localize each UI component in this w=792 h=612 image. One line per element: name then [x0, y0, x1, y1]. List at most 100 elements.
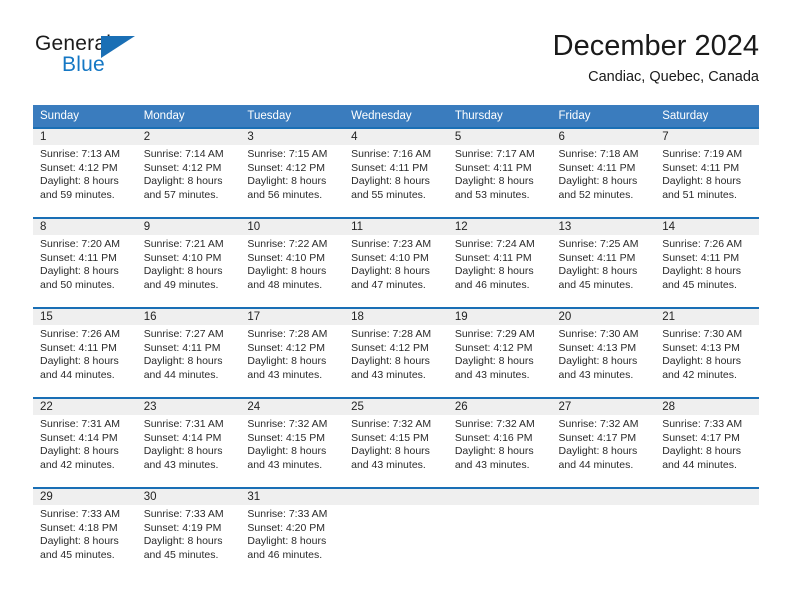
day-number-band: 23 [136, 397, 241, 415]
calendar-day-cell[interactable]: 25 Sunrise: 7:32 AM Sunset: 4:15 PM Dayligh… [344, 397, 448, 487]
day-number-band [447, 487, 552, 505]
calendar-day-cell[interactable]: 12 Sunrise: 7:24 AM Sunset: 4:11 PM Dayligh… [447, 217, 552, 307]
daylight-duration-line2: and 57 minutes. [143, 188, 219, 201]
calendar-day-cell[interactable]: 20 Sunrise: 7:30 AM Sunset: 4:13 PM Dayligh… [551, 307, 656, 397]
day-cell-content: 29 Sunrise: 7:33 AM Sunset: 4:18 PM Dayligh… [33, 487, 137, 577]
sunrise-time: Sunrise: 7:26 AM [662, 238, 743, 250]
sunrise-time: Sunrise: 7:24 AM [454, 238, 535, 250]
calendar-day-cell[interactable]: 7 Sunrise: 7:19 AM Sunset: 4:11 PM Daylight… [655, 127, 759, 217]
day-number: 23 [143, 401, 157, 413]
day-info: Sunrise: 7:20 AM Sunset: 4:11 PM Daylight:… [33, 235, 137, 292]
calendar-day-cell[interactable]: 24 Sunrise: 7:32 AM Sunset: 4:15 PM Dayligh… [240, 397, 345, 487]
daylight-duration-line1: Daylight: 8 hours [558, 175, 638, 188]
day-number-band: 13 [551, 217, 656, 235]
day-number-band: 10 [240, 217, 345, 235]
calendar-day-cell[interactable]: 15 Sunrise: 7:26 AM Sunset: 4:11 PM Dayligh… [33, 307, 137, 397]
brand-logo[interactable]: General Blue [33, 32, 263, 92]
daylight-duration-line1: Daylight: 8 hours [143, 535, 223, 548]
calendar-day-cell[interactable] [655, 487, 759, 577]
calendar-day-cell[interactable]: 8 Sunrise: 7:20 AM Sunset: 4:11 PM Daylight… [33, 217, 137, 307]
daylight-duration-line1: Daylight: 8 hours [40, 445, 119, 458]
sunrise-time: Sunrise: 7:31 AM [40, 418, 120, 430]
calendar-day-cell[interactable]: 21 Sunrise: 7:30 AM Sunset: 4:13 PM Dayligh… [655, 307, 759, 397]
day-cell-content: 21 Sunrise: 7:30 AM Sunset: 4:13 PM Dayligh… [655, 307, 759, 397]
day-number-band: 22 [33, 397, 137, 415]
daylight-duration-line2: and 43 minutes. [143, 458, 219, 471]
day-number: 13 [558, 221, 572, 233]
day-number-band: 29 [33, 487, 137, 505]
day-cell-content: 4 Sunrise: 7:16 AM Sunset: 4:11 PM Daylight… [344, 127, 448, 217]
daylight-duration-line1: Daylight: 8 hours [454, 265, 534, 278]
sunset-time: Sunset: 4:15 PM [351, 431, 429, 444]
calendar-day-cell[interactable]: 30 Sunrise: 7:33 AM Sunset: 4:19 PM Dayligh… [136, 487, 241, 577]
day-number-band: 20 [551, 307, 656, 325]
calendar-day-cell[interactable]: 29 Sunrise: 7:33 AM Sunset: 4:18 PM Dayligh… [33, 487, 137, 577]
daylight-duration-line1: Daylight: 8 hours [40, 535, 119, 548]
day-cell-content: 30 Sunrise: 7:33 AM Sunset: 4:19 PM Dayligh… [136, 487, 241, 577]
daylight-duration-line2: and 43 minutes. [558, 368, 634, 381]
day-number-band: 28 [655, 397, 759, 415]
calendar-day-cell[interactable] [344, 487, 448, 577]
day-number: 22 [40, 401, 53, 413]
calendar-day-cell[interactable]: 4 Sunrise: 7:16 AM Sunset: 4:11 PM Daylight… [344, 127, 448, 217]
calendar-day-cell[interactable] [551, 487, 656, 577]
calendar-day-cell[interactable]: 1 Sunrise: 7:13 AM Sunset: 4:12 PM Daylight… [33, 127, 137, 217]
calendar-day-cell[interactable]: 19 Sunrise: 7:29 AM Sunset: 4:12 PM Dayligh… [447, 307, 552, 397]
day-number-band: 21 [655, 307, 759, 325]
day-number: 2 [143, 131, 151, 143]
calendar-day-cell[interactable]: 31 Sunrise: 7:33 AM Sunset: 4:20 PM Dayligh… [240, 487, 345, 577]
calendar-day-cell[interactable]: 2 Sunrise: 7:14 AM Sunset: 4:12 PM Daylight… [136, 127, 241, 217]
sunset-time: Sunset: 4:11 PM [40, 341, 117, 354]
calendar-day-cell[interactable]: 5 Sunrise: 7:17 AM Sunset: 4:11 PM Daylight… [447, 127, 552, 217]
sunset-time: Sunset: 4:20 PM [247, 521, 326, 534]
sunrise-time: Sunrise: 7:13 AM [40, 148, 120, 160]
calendar-day-cell[interactable]: 17 Sunrise: 7:28 AM Sunset: 4:12 PM Dayligh… [240, 307, 345, 397]
calendar-header-row: Sunday Monday Tuesday Wednesday Thursday… [33, 105, 759, 127]
day-cell-content: 7 Sunrise: 7:19 AM Sunset: 4:11 PM Daylight… [655, 127, 759, 217]
calendar-day-cell[interactable] [447, 487, 552, 577]
calendar-day-cell[interactable]: 6 Sunrise: 7:18 AM Sunset: 4:11 PM Daylight… [551, 127, 656, 217]
day-info: Sunrise: 7:27 AM Sunset: 4:11 PM Daylight:… [137, 325, 241, 382]
day-cell-content: 17 Sunrise: 7:28 AM Sunset: 4:12 PM Dayligh… [240, 307, 345, 397]
calendar-week-row: 29 Sunrise: 7:33 AM Sunset: 4:18 PM Dayligh… [33, 487, 759, 577]
calendar-day-cell[interactable]: 22 Sunrise: 7:31 AM Sunset: 4:14 PM Dayligh… [33, 397, 137, 487]
daylight-duration-line1: Daylight: 8 hours [351, 265, 430, 278]
sunrise-time: Sunrise: 7:17 AM [454, 148, 535, 160]
sunrise-time: Sunrise: 7:30 AM [662, 328, 743, 340]
sunset-time: Sunset: 4:11 PM [558, 161, 636, 174]
calendar-day-cell[interactable]: 13 Sunrise: 7:25 AM Sunset: 4:11 PM Dayligh… [551, 217, 656, 307]
day-info [448, 505, 552, 508]
day-number: 26 [454, 401, 468, 413]
calendar-day-cell[interactable]: 16 Sunrise: 7:27 AM Sunset: 4:11 PM Dayligh… [136, 307, 241, 397]
calendar-day-cell[interactable]: 18 Sunrise: 7:28 AM Sunset: 4:12 PM Dayligh… [344, 307, 448, 397]
calendar-day-cell[interactable]: 3 Sunrise: 7:15 AM Sunset: 4:12 PM Daylight… [240, 127, 345, 217]
calendar-day-cell[interactable]: 26 Sunrise: 7:32 AM Sunset: 4:16 PM Dayligh… [447, 397, 552, 487]
day-number-band: 12 [447, 217, 552, 235]
calendar-day-cell[interactable]: 11 Sunrise: 7:23 AM Sunset: 4:10 PM Dayligh… [344, 217, 448, 307]
day-cell-content: 22 Sunrise: 7:31 AM Sunset: 4:14 PM Dayligh… [33, 397, 137, 487]
calendar-day-cell[interactable]: 27 Sunrise: 7:32 AM Sunset: 4:17 PM Dayligh… [551, 397, 656, 487]
day-cell-content: 28 Sunrise: 7:33 AM Sunset: 4:17 PM Dayligh… [655, 397, 759, 487]
daylight-duration-line1: Daylight: 8 hours [351, 445, 430, 458]
calendar-day-cell[interactable]: 23 Sunrise: 7:31 AM Sunset: 4:14 PM Dayligh… [136, 397, 241, 487]
day-number-band: 7 [655, 127, 759, 145]
calendar-day-cell[interactable]: 14 Sunrise: 7:26 AM Sunset: 4:11 PM Dayligh… [655, 217, 759, 307]
day-number: 28 [662, 401, 676, 413]
daylight-duration-line2: and 43 minutes. [454, 458, 530, 471]
daylight-duration-line2: and 45 minutes. [40, 548, 115, 561]
sunrise-time: Sunrise: 7:33 AM [247, 508, 328, 520]
day-number: 3 [247, 131, 254, 143]
day-number: 25 [351, 401, 364, 413]
calendar-day-cell[interactable]: 9 Sunrise: 7:21 AM Sunset: 4:10 PM Daylight… [136, 217, 241, 307]
sunrise-time: Sunrise: 7:26 AM [40, 328, 120, 340]
day-number-band [551, 487, 656, 505]
calendar-day-cell[interactable]: 28 Sunrise: 7:33 AM Sunset: 4:17 PM Dayligh… [655, 397, 759, 487]
sunrise-time: Sunrise: 7:32 AM [351, 418, 432, 430]
weekday-header-saturday: Saturday [655, 105, 759, 127]
sunset-time: Sunset: 4:19 PM [143, 521, 222, 534]
calendar-day-cell[interactable]: 10 Sunrise: 7:22 AM Sunset: 4:10 PM Dayligh… [240, 217, 345, 307]
day-info: Sunrise: 7:31 AM Sunset: 4:14 PM Daylight:… [137, 415, 241, 472]
daylight-duration-line1: Daylight: 8 hours [247, 535, 327, 548]
brand-name-blue: Blue [62, 53, 105, 76]
daylight-duration-line2: and 46 minutes. [247, 548, 323, 561]
